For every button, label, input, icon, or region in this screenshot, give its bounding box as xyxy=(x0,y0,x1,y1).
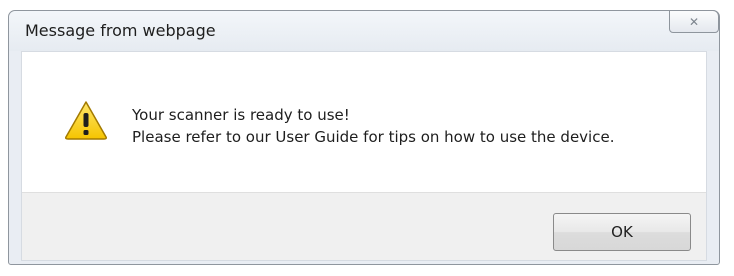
dialog-message: Your scanner is ready to use! Please ref… xyxy=(132,104,614,148)
message-area: Your scanner is ready to use! Please ref… xyxy=(22,52,706,192)
ok-button[interactable]: OK xyxy=(553,213,691,251)
message-line: Your scanner is ready to use! xyxy=(132,106,350,124)
warning-icon xyxy=(65,101,107,140)
message-dialog: Message from webpage ✕ Your scanner is r… xyxy=(8,10,720,265)
dialog-body: Your scanner is ready to use! Please ref… xyxy=(21,51,707,261)
dialog-title: Message from webpage xyxy=(25,21,216,40)
message-line: Please refer to our User Guide for tips … xyxy=(132,128,615,146)
close-icon: ✕ xyxy=(688,14,700,29)
close-button[interactable]: ✕ xyxy=(669,10,719,33)
button-bar: OK xyxy=(22,192,706,260)
dialog-titlebar[interactable]: Message from webpage ✕ xyxy=(9,10,719,51)
